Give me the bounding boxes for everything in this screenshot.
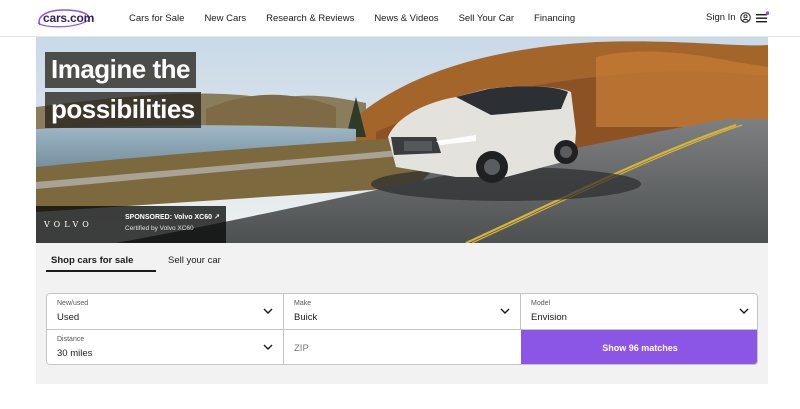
volvo-logo: VOLVO — [44, 220, 93, 229]
headline-line-1: Imagine the — [45, 52, 196, 88]
make-select[interactable]: Make Buick — [284, 294, 521, 330]
cars-com-logo[interactable]: cars.com — [34, 7, 95, 31]
chevron-down-icon — [739, 308, 749, 314]
new-used-value: Used — [57, 312, 80, 323]
sign-in-link[interactable]: Sign In — [706, 12, 751, 23]
search-panel: Shop cars for sale Sell your car New/use… — [36, 243, 768, 384]
distance-select[interactable]: Distance 30 miles — [47, 330, 284, 364]
nav-news-videos[interactable]: News & Videos — [374, 13, 438, 24]
new-used-select[interactable]: New/used Used — [47, 294, 284, 330]
sponsor-subtitle: Certified by Volvo XC60 — [125, 225, 194, 232]
distance-label: Distance — [57, 336, 85, 343]
new-used-label: New/used — [57, 300, 89, 307]
search-form: New/used Used Make Buick Model Envision … — [46, 293, 758, 365]
show-matches-button[interactable]: Show 96 matches — [521, 330, 757, 364]
hamburger-menu-icon[interactable] — [755, 11, 769, 25]
headline-line-2: possibilities — [45, 92, 201, 128]
distance-value: 30 miles — [57, 348, 93, 359]
nav-financing[interactable]: Financing — [534, 13, 575, 24]
chevron-down-icon — [263, 308, 273, 314]
model-value: Envision — [531, 312, 567, 323]
make-value: Buick — [294, 312, 318, 323]
nav-new-cars[interactable]: New Cars — [204, 13, 246, 24]
chevron-down-icon — [500, 308, 510, 314]
main-nav: Cars for Sale New Cars Research & Review… — [129, 0, 595, 37]
nav-research-reviews[interactable]: Research & Reviews — [266, 13, 354, 24]
sign-in-label: Sign In — [706, 12, 736, 23]
sponsor-bar: VOLVO SPONSORED: Volvo XC60 ↗ Certified … — [36, 206, 226, 243]
make-label: Make — [294, 300, 312, 307]
hero-banner[interactable]: Imagine the possibilities VOLVO SPONSORE… — [36, 37, 768, 243]
tab-shop-cars-for-sale[interactable]: Shop cars for sale — [51, 255, 133, 266]
sponsor-link[interactable]: SPONSORED: Volvo XC60 ↗ — [125, 213, 220, 221]
nav-cars-for-sale[interactable]: Cars for Sale — [129, 13, 184, 24]
user-circle-icon — [739, 12, 751, 23]
logo-text: cars.com — [43, 11, 95, 25]
nav-sell-your-car[interactable]: Sell Your Car — [459, 13, 514, 24]
hero-headline: Imagine the possibilities — [45, 52, 201, 132]
chevron-down-icon — [263, 344, 273, 350]
model-select[interactable]: Model Envision — [521, 294, 757, 330]
model-label: Model — [531, 300, 551, 307]
tab-sell-your-car[interactable]: Sell your car — [168, 255, 221, 266]
zip-input[interactable] — [284, 330, 521, 364]
active-tab-indicator — [46, 270, 156, 272]
site-header: cars.com Cars for Sale New Cars Research… — [0, 0, 800, 37]
